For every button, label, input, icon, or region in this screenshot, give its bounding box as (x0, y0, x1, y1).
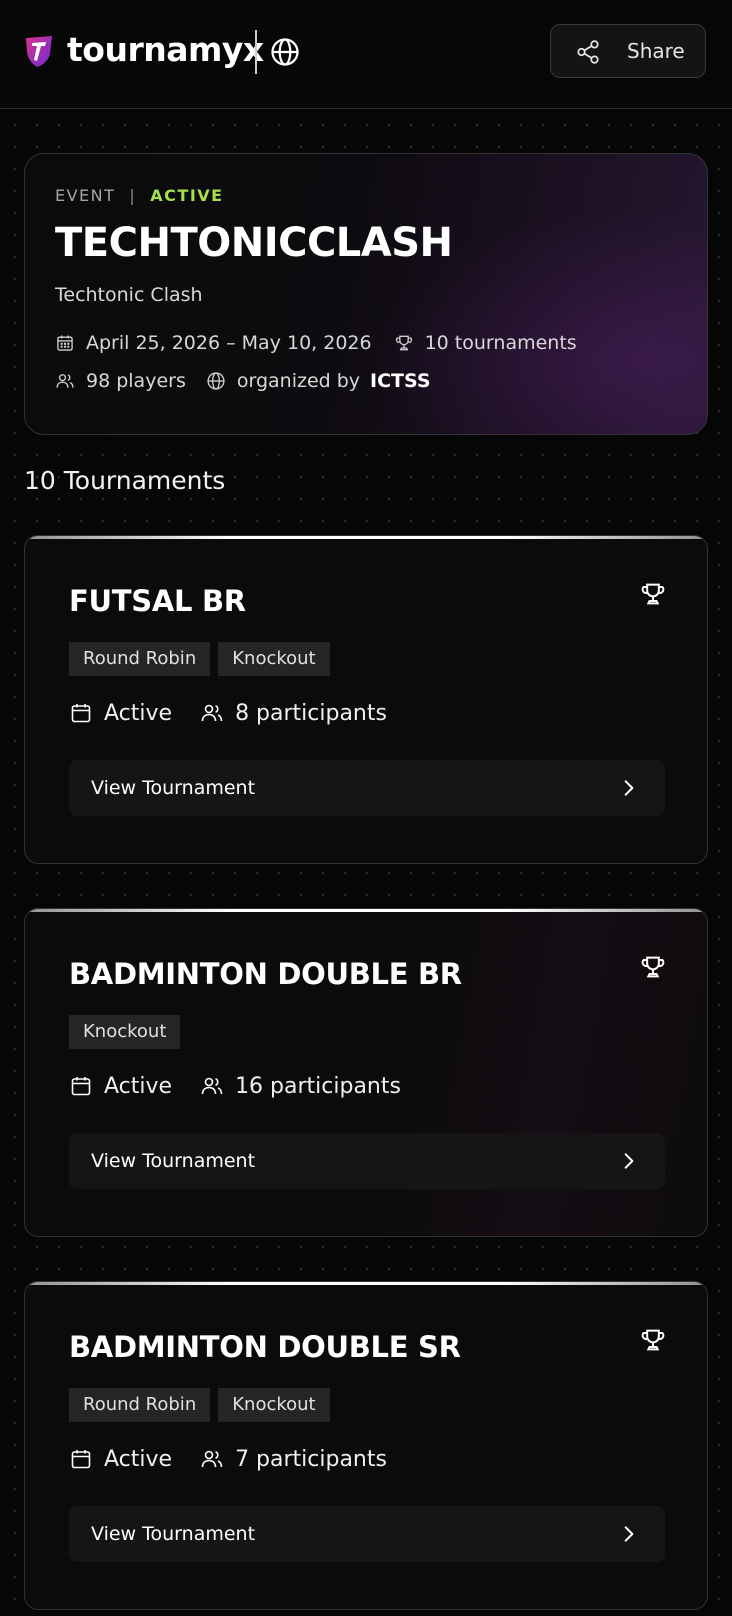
event-date-range: April 25, 2026 – May 10, 2026 (86, 332, 372, 354)
tournament-title: FUTSAL BR (69, 584, 246, 618)
calendar-icon (57, 335, 73, 351)
calendar-icon (71, 704, 91, 723)
event-meta: EVENT | ACTIVE (55, 186, 224, 205)
users-icon (201, 1077, 223, 1095)
event-tournaments-count: 10 tournaments (424, 332, 577, 354)
format-tags: Round Robin Knockout (69, 1388, 330, 1422)
format-tag: Knockout (69, 1015, 181, 1049)
event-subtitle: Techtonic Clash (55, 284, 203, 306)
participants-count: 8 participants (235, 700, 387, 726)
logo-mark-icon[interactable] (24, 34, 54, 68)
format-tag: Knockout (218, 642, 330, 676)
event-players: 98 players (86, 370, 186, 392)
format-tag: Round Robin (69, 642, 211, 676)
share-label: Share (627, 39, 685, 63)
view-tournament-label: View Tournament (91, 1150, 256, 1172)
tournaments-section-heading: 10 Tournaments (24, 466, 226, 495)
event-status-badge: ACTIVE (150, 186, 224, 205)
view-tournament-button[interactable]: View Tournament (69, 1506, 665, 1562)
brand-name[interactable]: tournamyx (67, 28, 264, 72)
event-card: EVENT | ACTIVE TECHTONICCLASH Techtonic Cl… (24, 153, 708, 435)
tournament-status: Active (104, 700, 173, 726)
participants-count: 16 participants (235, 1073, 401, 1099)
share-button[interactable]: Share (550, 24, 706, 78)
trophy-icon (641, 583, 665, 605)
tournament-card: BADMINTON DOUBLE BR Knockout Active 16 p… (24, 908, 708, 1237)
globe-icon[interactable] (270, 37, 300, 67)
trophy-icon (641, 1329, 665, 1351)
view-tournament-label: View Tournament (91, 777, 256, 799)
format-tag: Knockout (218, 1388, 330, 1422)
format-tag: Round Robin (69, 1388, 211, 1422)
tournament-card: BADMINTON DOUBLE SR Round Robin Knockout… (24, 1281, 708, 1610)
tournament-status: Active (104, 1446, 173, 1472)
users-icon (201, 1450, 223, 1468)
card-top-accent (25, 909, 707, 912)
organized-by-label: organized by (236, 370, 361, 392)
tournament-stats: Active 8 participants (69, 698, 387, 728)
event-title: TECHTONICCLASH (55, 220, 453, 266)
event-info-row-players: 98 players organized by ICTSS (55, 369, 431, 393)
users-icon (201, 704, 223, 722)
card-top-accent (25, 536, 707, 539)
tournament-stats: Active 16 participants (69, 1071, 401, 1101)
event-meta-separator: | (129, 186, 137, 205)
chevron-right-icon (624, 1526, 634, 1542)
calendar-icon (71, 1450, 91, 1469)
trophy-icon (641, 956, 665, 978)
trophy-icon (395, 335, 412, 351)
view-tournament-button[interactable]: View Tournament (69, 1133, 665, 1189)
event-type-label: EVENT (55, 186, 116, 205)
calendar-icon (71, 1077, 91, 1096)
tournament-card: FUTSAL BR Round Robin Knockout Active 8 … (24, 535, 708, 864)
card-top-accent (25, 1282, 707, 1285)
view-tournament-label: View Tournament (91, 1523, 256, 1545)
format-tags: Round Robin Knockout (69, 642, 330, 676)
view-tournament-button[interactable]: View Tournament (69, 760, 665, 816)
format-tags: Knockout (69, 1015, 181, 1049)
chevron-right-icon (624, 1153, 634, 1169)
share-icon (577, 40, 599, 64)
participants-count: 7 participants (235, 1446, 387, 1472)
tournament-title: BADMINTON DOUBLE BR (69, 957, 462, 991)
organizer-name[interactable]: ICTSS (370, 370, 431, 392)
event-info-row-dates: April 25, 2026 – May 10, 2026 10 tournam… (55, 331, 577, 355)
header-divider (255, 30, 257, 74)
tournament-stats: Active 7 participants (69, 1444, 387, 1474)
tournament-title: BADMINTON DOUBLE SR (69, 1330, 461, 1364)
users-icon (56, 374, 74, 388)
chevron-right-icon (624, 780, 634, 796)
top-header: tournamyx Share (0, 0, 732, 109)
tournament-status: Active (104, 1073, 173, 1099)
globe-icon (207, 372, 225, 390)
